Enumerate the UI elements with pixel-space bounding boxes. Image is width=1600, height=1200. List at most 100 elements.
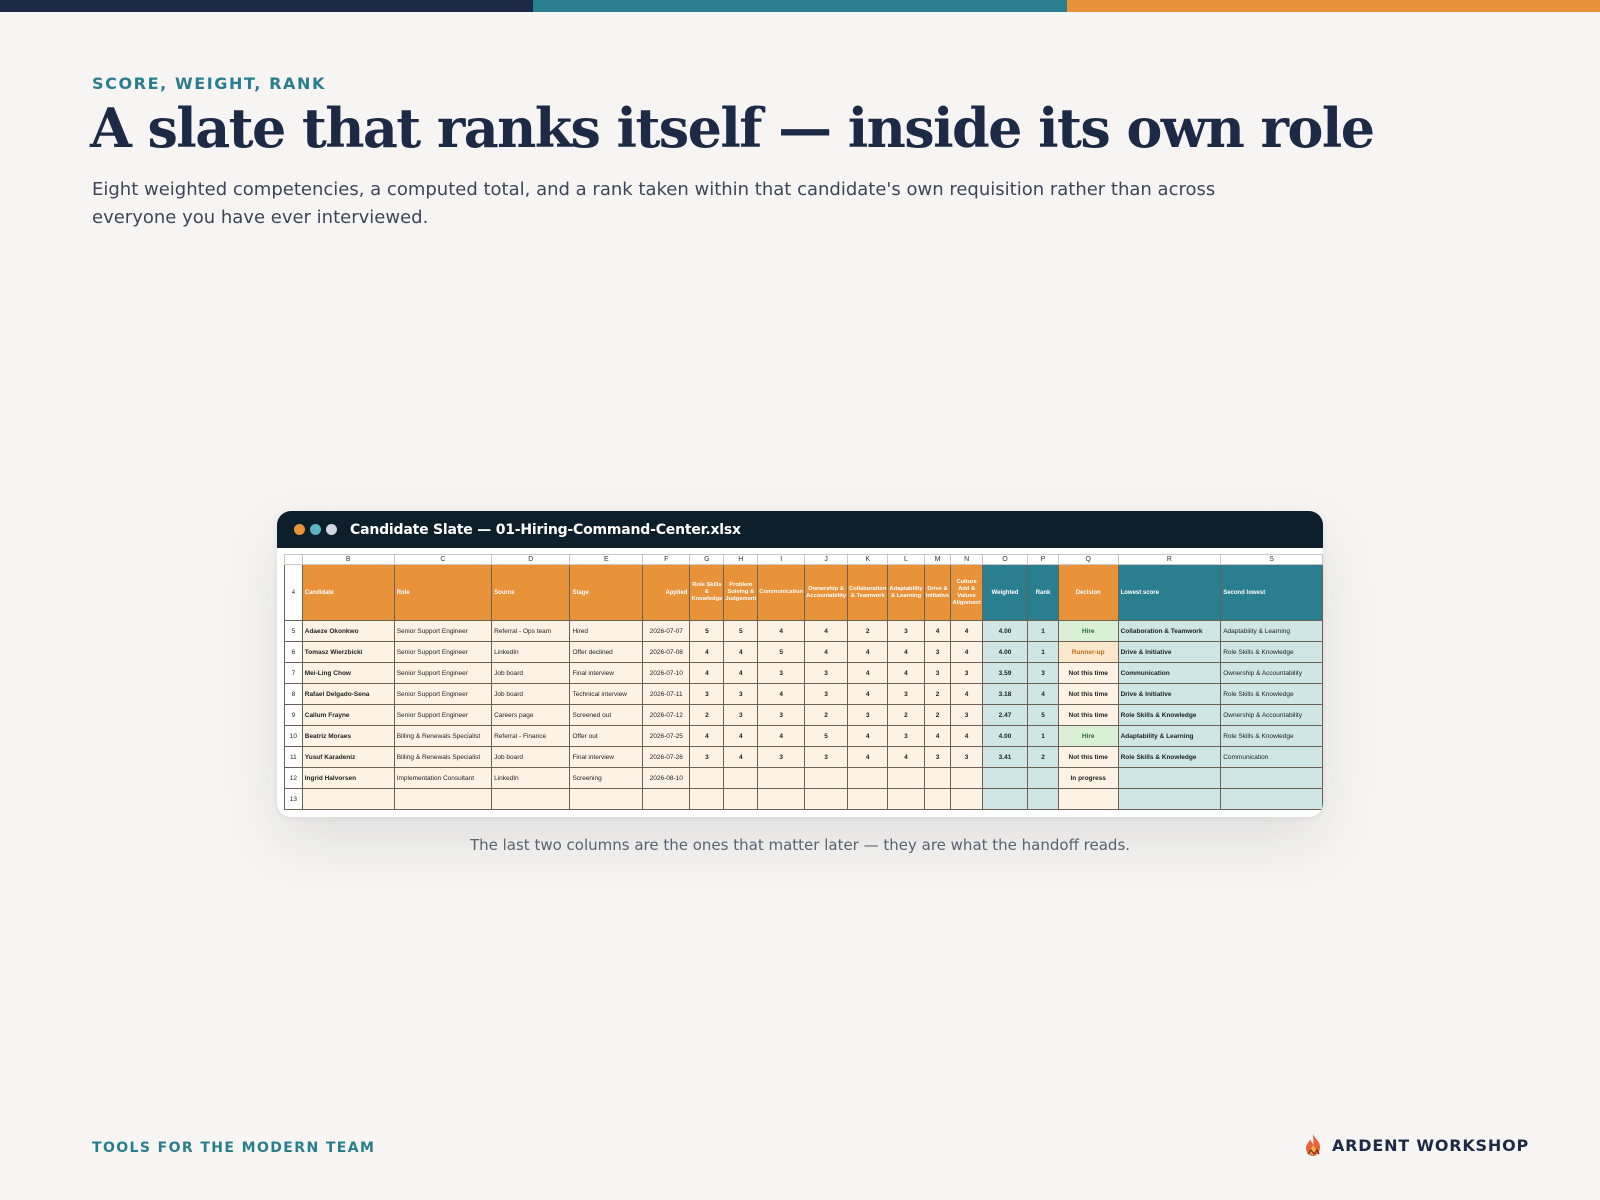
source-cell[interactable]: Job board bbox=[491, 662, 571, 684]
score-cell[interactable]: 4 bbox=[723, 662, 759, 684]
column-letter-M[interactable]: M bbox=[923, 554, 952, 565]
second-lowest-cell[interactable]: Adaptability & Learning bbox=[1220, 620, 1323, 642]
decision-cell[interactable] bbox=[1057, 788, 1119, 810]
stage-cell[interactable]: Final interview bbox=[569, 746, 644, 768]
source-cell[interactable]: Job board bbox=[491, 746, 571, 768]
rank-cell[interactable]: 3 bbox=[1027, 662, 1059, 684]
lowest-score-cell[interactable]: Communication bbox=[1117, 662, 1222, 684]
score-cell[interactable]: 4 bbox=[950, 683, 983, 705]
column-letter-I[interactable]: I bbox=[757, 554, 806, 565]
score-cell[interactable]: 4 bbox=[804, 620, 849, 642]
role-cell[interactable]: Senior Support Engineer bbox=[393, 704, 493, 726]
source-cell[interactable]: Referral - Ops team bbox=[491, 620, 571, 642]
header-source[interactable]: Source bbox=[491, 564, 571, 621]
role-cell[interactable]: Senior Support Engineer bbox=[393, 620, 493, 642]
decision-cell[interactable]: In progress bbox=[1057, 767, 1119, 789]
row-number[interactable]: 8 bbox=[284, 683, 303, 705]
header-competency[interactable]: Role Skills & Knowledge bbox=[689, 564, 725, 621]
lowest-score-cell[interactable] bbox=[1117, 767, 1222, 789]
column-letter-R[interactable]: R bbox=[1117, 554, 1222, 565]
score-cell[interactable]: 4 bbox=[923, 620, 952, 642]
score-cell[interactable]: 5 bbox=[689, 620, 725, 642]
score-cell[interactable]: 3 bbox=[757, 704, 806, 726]
score-cell[interactable] bbox=[923, 767, 952, 789]
rank-cell[interactable]: 1 bbox=[1027, 620, 1059, 642]
score-cell[interactable]: 3 bbox=[887, 683, 925, 705]
column-letter-E[interactable]: E bbox=[569, 554, 644, 565]
applied-cell[interactable]: 2026-07-08 bbox=[642, 641, 691, 663]
applied-cell[interactable]: 2026-07-25 bbox=[642, 725, 691, 747]
applied-cell[interactable]: 2026-07-10 bbox=[642, 662, 691, 684]
decision-cell[interactable]: Not this time bbox=[1057, 746, 1119, 768]
score-cell[interactable]: 5 bbox=[757, 641, 806, 663]
decision-cell[interactable]: Not this time bbox=[1057, 683, 1119, 705]
source-cell[interactable]: LinkedIn bbox=[491, 767, 571, 789]
score-cell[interactable]: 3 bbox=[923, 641, 952, 663]
column-letter-L[interactable]: L bbox=[887, 554, 925, 565]
lowest-score-cell[interactable]: Drive & Initiative bbox=[1117, 683, 1222, 705]
second-lowest-cell[interactable]: Communication bbox=[1220, 746, 1323, 768]
stage-cell[interactable]: Technical interview bbox=[569, 683, 644, 705]
score-cell[interactable] bbox=[804, 788, 849, 810]
lowest-score-cell[interactable] bbox=[1117, 788, 1222, 810]
header-competency[interactable]: Culture Add & Values Alignment bbox=[950, 564, 983, 621]
header-stage[interactable]: Stage bbox=[569, 564, 644, 621]
applied-cell[interactable]: 2026-07-11 bbox=[642, 683, 691, 705]
role-cell[interactable]: Billing & Renewals Specialist bbox=[393, 746, 493, 768]
candidate-cell[interactable]: Adaeze Okonkwo bbox=[301, 620, 395, 642]
score-cell[interactable] bbox=[689, 788, 725, 810]
decision-cell[interactable]: Not this time bbox=[1057, 662, 1119, 684]
candidate-cell[interactable]: Yusuf Karadeniz bbox=[301, 746, 395, 768]
close-dot-icon[interactable] bbox=[294, 524, 305, 535]
score-cell[interactable] bbox=[887, 767, 925, 789]
header-rank[interactable]: Rank bbox=[1027, 564, 1059, 621]
applied-cell[interactable]: 2026-08-10 bbox=[642, 767, 691, 789]
row-number[interactable]: 11 bbox=[284, 746, 303, 768]
score-cell[interactable]: 4 bbox=[723, 746, 759, 768]
score-cell[interactable]: 3 bbox=[923, 746, 952, 768]
score-cell[interactable] bbox=[723, 767, 759, 789]
score-cell[interactable] bbox=[923, 788, 952, 810]
score-cell[interactable]: 4 bbox=[847, 746, 889, 768]
column-letter-N[interactable]: N bbox=[950, 554, 983, 565]
score-cell[interactable]: 4 bbox=[757, 683, 806, 705]
role-cell[interactable] bbox=[393, 788, 493, 810]
score-cell[interactable]: 4 bbox=[950, 725, 983, 747]
second-lowest-cell[interactable]: Ownership & Accountability bbox=[1220, 662, 1323, 684]
role-cell[interactable]: Senior Support Engineer bbox=[393, 662, 493, 684]
score-cell[interactable] bbox=[950, 767, 983, 789]
candidate-cell[interactable]: Tomasz Wierzbicki bbox=[301, 641, 395, 663]
header-lowest-score[interactable]: Lowest score bbox=[1117, 564, 1222, 621]
role-cell[interactable]: Implementation Consultant bbox=[393, 767, 493, 789]
rank-cell[interactable]: 4 bbox=[1027, 683, 1059, 705]
decision-cell[interactable]: Runner-up bbox=[1057, 641, 1119, 663]
score-cell[interactable]: 3 bbox=[689, 683, 725, 705]
decision-cell[interactable]: Hire bbox=[1057, 725, 1119, 747]
header-competency[interactable]: Ownership & Accountability bbox=[804, 564, 849, 621]
role-cell[interactable]: Senior Support Engineer bbox=[393, 641, 493, 663]
weighted-cell[interactable]: 4.00 bbox=[981, 641, 1029, 663]
column-letter-Q[interactable]: Q bbox=[1057, 554, 1119, 565]
row-number[interactable]: 13 bbox=[284, 788, 303, 810]
source-cell[interactable]: LinkedIn bbox=[491, 641, 571, 663]
score-cell[interactable] bbox=[847, 788, 889, 810]
stage-cell[interactable]: Offer out bbox=[569, 725, 644, 747]
score-cell[interactable] bbox=[723, 788, 759, 810]
second-lowest-cell[interactable]: Ownership & Accountability bbox=[1220, 704, 1323, 726]
candidate-cell[interactable]: Ingrid Halvorsen bbox=[301, 767, 395, 789]
candidate-cell[interactable]: Rafael Delgado-Sena bbox=[301, 683, 395, 705]
score-cell[interactable] bbox=[757, 788, 806, 810]
score-cell[interactable]: 4 bbox=[689, 662, 725, 684]
score-cell[interactable]: 4 bbox=[757, 620, 806, 642]
score-cell[interactable]: 3 bbox=[950, 662, 983, 684]
decision-cell[interactable]: Not this time bbox=[1057, 704, 1119, 726]
score-cell[interactable]: 4 bbox=[804, 641, 849, 663]
lowest-score-cell[interactable]: Adaptability & Learning bbox=[1117, 725, 1222, 747]
applied-cell[interactable]: 2026-07-12 bbox=[642, 704, 691, 726]
score-cell[interactable]: 5 bbox=[804, 725, 849, 747]
weighted-cell[interactable]: 2.47 bbox=[981, 704, 1029, 726]
score-cell[interactable]: 3 bbox=[804, 683, 849, 705]
score-cell[interactable]: 2 bbox=[923, 704, 952, 726]
column-letter-K[interactable]: K bbox=[847, 554, 889, 565]
lowest-score-cell[interactable]: Role Skills & Knowledge bbox=[1117, 746, 1222, 768]
